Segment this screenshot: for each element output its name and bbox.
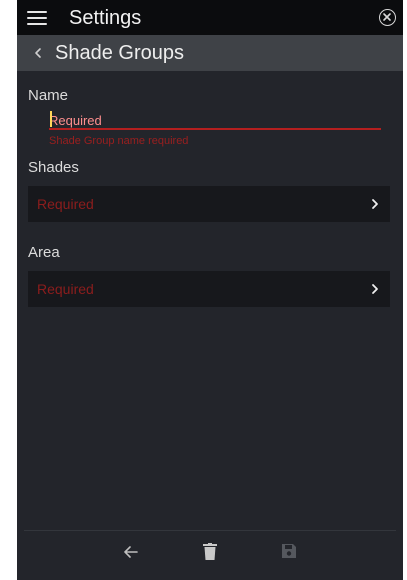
shades-value: Required	[37, 196, 94, 212]
save-disk-icon[interactable]	[281, 543, 297, 559]
top-bar: Settings	[17, 0, 403, 35]
hamburger-menu-icon[interactable]	[27, 11, 47, 25]
area-selector[interactable]: Required	[28, 271, 390, 307]
area-value: Required	[37, 281, 94, 297]
shades-selector[interactable]: Required	[28, 186, 390, 222]
chevron-right-icon	[372, 284, 378, 294]
window-frame: Settings Shade Groups Name Shade Group n…	[0, 0, 407, 580]
name-label: Name	[28, 87, 69, 104]
name-input[interactable]	[49, 110, 381, 130]
text-caret	[50, 111, 52, 127]
section-title: Shade Groups	[55, 42, 184, 64]
bottom-action-bar	[17, 531, 403, 580]
shades-label: Shades	[28, 159, 79, 176]
trash-icon[interactable]	[203, 543, 217, 561]
sub-header: Shade Groups	[17, 35, 403, 71]
settings-app: Settings Shade Groups Name Shade Group n…	[17, 0, 403, 580]
arrow-left-icon[interactable]	[122, 543, 140, 561]
area-label: Area	[28, 244, 60, 261]
close-circle-icon[interactable]	[379, 9, 396, 26]
name-error-message: Shade Group name required	[49, 135, 189, 147]
chevron-left-icon[interactable]	[32, 45, 44, 61]
name-input-underline	[49, 128, 381, 130]
page-title: Settings	[69, 7, 142, 29]
chevron-right-icon	[372, 199, 378, 209]
